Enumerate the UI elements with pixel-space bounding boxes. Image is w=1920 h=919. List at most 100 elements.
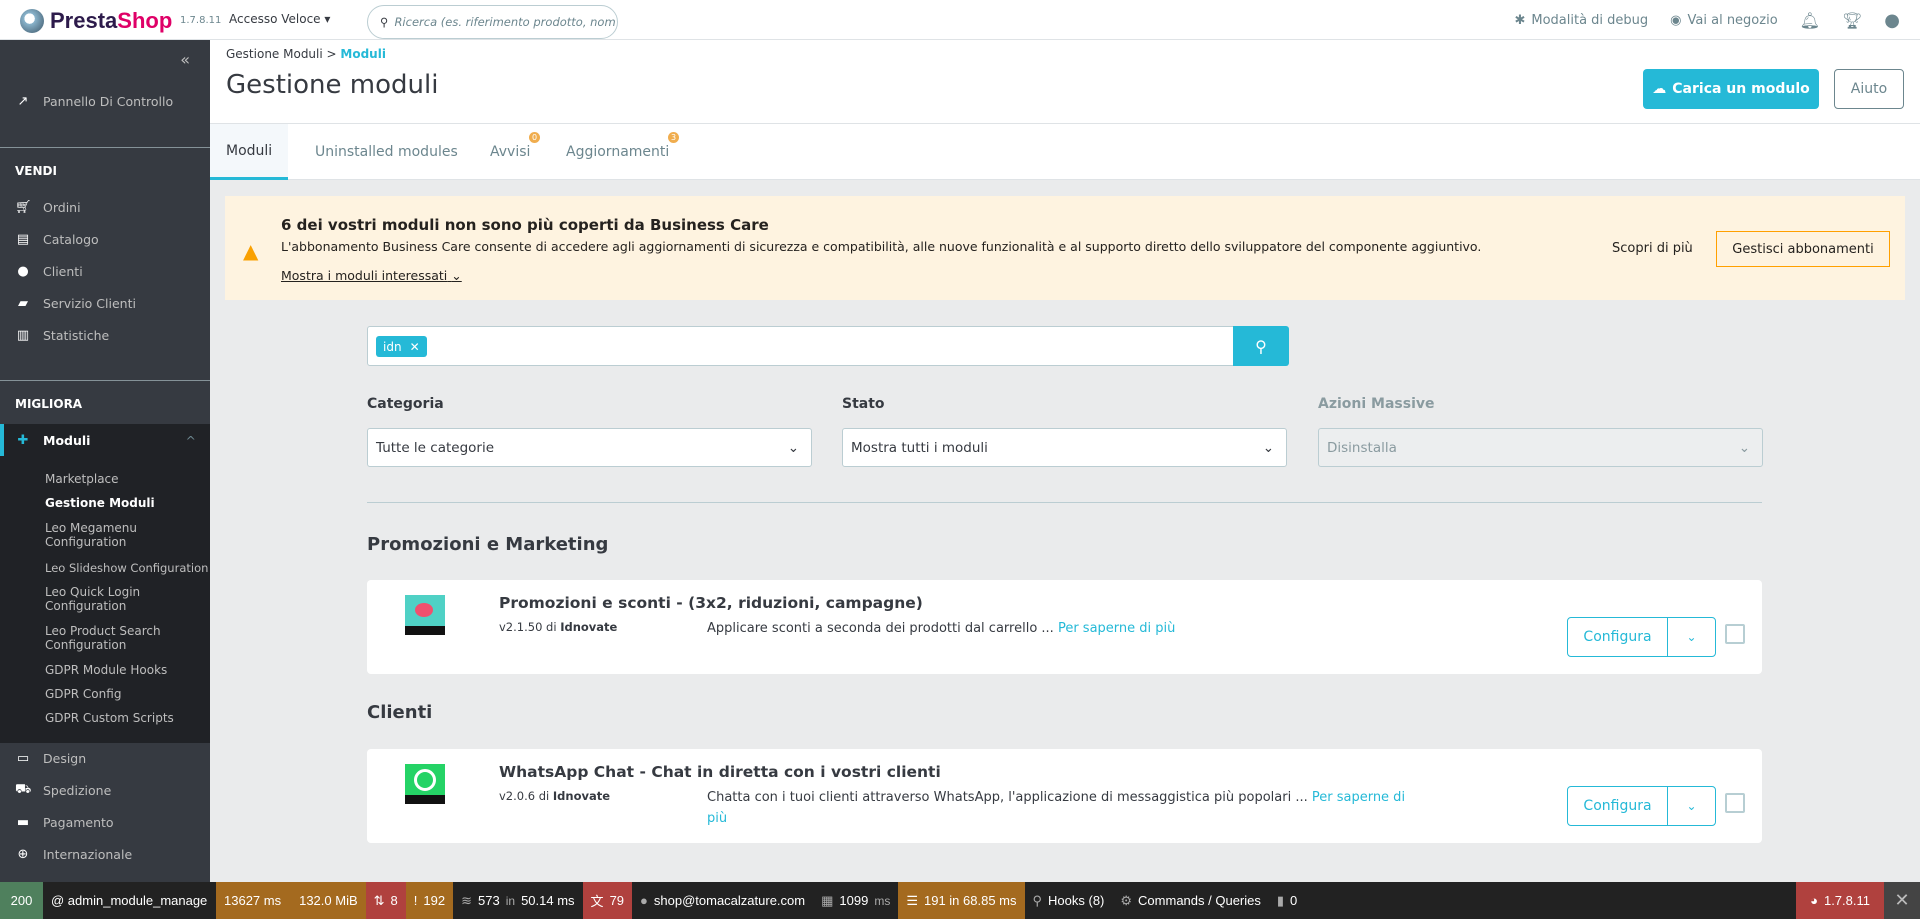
symfony-debug-toolbar: 200 @ admin_module_manage 13627 ms 132.0 … (0, 882, 1920, 919)
prestashop-version[interactable]: ◕ 1.7.8.11 (1796, 882, 1884, 919)
trophy-icon[interactable]: 🏆︎ (1842, 11, 1862, 30)
view-shop-link[interactable]: ◉ Vai al negozio (1670, 13, 1777, 28)
sidebar-item-dashboard[interactable]: ↗ Pannello Di Controllo (0, 85, 210, 117)
search-button[interactable]: ⚲ (1233, 326, 1289, 366)
version-text: v2.1.50 di (499, 620, 557, 634)
chevron-up-icon: ^ (185, 432, 196, 448)
person-icon: ● (640, 893, 648, 908)
remove-tag-icon[interactable]: ✕ (410, 340, 420, 354)
tab-alerts[interactable]: Avvisi 0 (490, 124, 540, 180)
section-title: Clienti (367, 702, 433, 723)
module-checkbox[interactable] (1725, 624, 1745, 644)
user-account-icon[interactable]: ● (1884, 10, 1900, 31)
errors-count: 192 (423, 893, 446, 908)
manage-subscriptions-button[interactable]: Gestisci abbonamenti (1716, 231, 1890, 267)
twig[interactable]: ▦ 1099 ms (813, 882, 898, 919)
tabs: Moduli Uninstalled modules Avvisi 0 Aggio… (210, 124, 1920, 180)
user[interactable]: ● shop@tomacalzature.com (632, 882, 813, 919)
module-checkbox[interactable] (1725, 793, 1745, 813)
store-icon: ▤ (16, 231, 30, 247)
submenu-item-gdpr-scripts[interactable]: GDPR Custom Scripts (45, 711, 210, 725)
cloud-upload-icon: ☁ (1652, 81, 1667, 97)
tab-label: Uninstalled modules (315, 144, 458, 160)
sidebar-item-catalog[interactable]: ▤ Catalogo (0, 223, 210, 255)
collapse-sidebar-icon[interactable]: « (180, 50, 190, 69)
updates-badge: 3 (668, 132, 679, 143)
ms-label: ms (874, 893, 891, 908)
sidebar-label: Pagamento (43, 814, 114, 830)
show-affected-modules-link[interactable]: Mostra i moduli interessati ⌄ (281, 268, 462, 283)
commands-queries[interactable]: ⚙ Commands / Queries (1112, 882, 1268, 919)
fuel[interactable]: ▮ 0 (1269, 882, 1305, 919)
sidebar-item-payment[interactable]: ▬ Pagamento (0, 806, 210, 838)
sidebar-item-customer-service[interactable]: ▰ Servizio Clienti (0, 287, 210, 319)
sidebar-item-shipping[interactable]: ⛟ Spedizione (0, 774, 210, 806)
submenu-item-leo-product-search[interactable]: Leo Product Search Configuration (45, 624, 175, 652)
status-select[interactable]: Mostra tutti i moduli ⌄ (842, 428, 1287, 467)
chevron-down-icon[interactable]: ⌄ (1668, 787, 1715, 825)
puffin-icon (20, 9, 44, 33)
help-button[interactable]: Aiuto (1834, 69, 1904, 109)
sidebar: « ↗ Pannello Di Controllo VENDI 🛒︎ Ordini … (0, 40, 210, 882)
sidebar-item-modules[interactable]: ✚ Moduli ^ (0, 424, 210, 456)
tab-modules[interactable]: Moduli (210, 124, 289, 180)
configure-button[interactable]: Configura (1568, 618, 1668, 656)
configure-button[interactable]: Configura (1568, 787, 1668, 825)
search-input[interactable]: ⚲ Ricerca (es. riferimento prodotto, nom (367, 5, 618, 39)
read-more-link[interactable]: Per saperne di più (1058, 621, 1175, 636)
alert-title: 6 dei vostri moduli non sono più coperti… (281, 216, 769, 234)
sidebar-label: Spedizione (43, 782, 112, 798)
submenu-item-leo-megamenu[interactable]: Leo Megamenu Configuration (45, 521, 165, 549)
fuel-icon: ▮ (1276, 892, 1285, 908)
logs[interactable]: ! 192 (405, 882, 454, 919)
sidebar-item-design[interactable]: ▭ Design (0, 742, 210, 774)
chevron-down-icon[interactable]: ⌄ (1668, 618, 1715, 656)
prestashop-logo[interactable]: PrestaShop (20, 8, 172, 34)
commands-label: Commands / Queries (1138, 893, 1261, 908)
category-select[interactable]: Tutte le categorie ⌄ (367, 428, 812, 467)
submenu-item-leo-quick-login[interactable]: Leo Quick Login Configuration (45, 585, 165, 613)
redirects[interactable]: ⇅ 8 (365, 882, 406, 919)
trend-icon: ↗ (17, 93, 29, 109)
upload-module-button[interactable]: ☁ Carica un modulo (1643, 69, 1819, 109)
submenu-item-leo-slideshow[interactable]: Leo Slideshow Configuration (45, 561, 210, 575)
status-code[interactable]: 200 (0, 882, 43, 919)
submenu-item-module-manager[interactable]: Gestione Moduli (45, 496, 210, 510)
translations-count: 79 (609, 893, 625, 908)
alerts-badge: 0 (529, 132, 540, 143)
breadcrumb-current: Moduli (340, 47, 386, 61)
breadcrumb-parent[interactable]: Gestione Moduli (226, 47, 323, 61)
alert-text: L'abbonamento Business Care consente di … (281, 239, 1482, 254)
quick-access-dropdown[interactable]: Accesso Veloce ▾ (229, 12, 330, 26)
module-search-input[interactable]: idn ✕ ⚲ (367, 326, 1289, 366)
translations[interactable]: 文 79 (582, 882, 633, 919)
submenu-item-marketplace[interactable]: Marketplace (45, 472, 210, 486)
sidebar-item-customers[interactable]: ● Clienti (0, 255, 210, 287)
template-icon: ▦ (821, 892, 834, 908)
hooks[interactable]: ⚲ Hooks (8) (1025, 882, 1113, 919)
debug-mode-link[interactable]: ✱ Modalità di debug (1514, 13, 1648, 28)
learn-more-button[interactable]: Scopri di più (1612, 241, 1693, 256)
version-value: 1.7.8.11 (1823, 893, 1870, 908)
sidebar-item-orders[interactable]: 🛒︎ Ordini (0, 191, 210, 223)
cache[interactable]: ☰ 191 in 68.85 ms (898, 882, 1025, 919)
brand-name: PrestaShop (50, 8, 173, 33)
close-toolbar-icon[interactable]: ✕ (1884, 882, 1920, 919)
performance[interactable]: 13627 ms 132.0 MiB (216, 882, 366, 919)
module-name: WhatsApp Chat - Chat in diretta con i vo… (499, 763, 941, 781)
sidebar-item-stats[interactable]: ▥ Statistiche (0, 319, 210, 351)
bell-icon[interactable]: 🔔︎ (1800, 11, 1820, 30)
memory-value: 132.0 MiB (299, 893, 358, 908)
submenu-item-gdpr-config[interactable]: GDPR Config (45, 687, 210, 701)
tab-uninstalled[interactable]: Uninstalled modules (315, 124, 458, 180)
page-title: Gestione moduli (226, 70, 439, 100)
submenu-item-gdpr-hooks[interactable]: GDPR Module Hooks (45, 663, 210, 677)
top-bar: PrestaShop 1.7.8.11 Accesso Veloce ▾ ⚲ Ri… (0, 0, 1920, 40)
chart-icon: ▥ (16, 327, 30, 343)
section-heading-sell: VENDI (15, 164, 57, 178)
route[interactable]: @ admin_module_manage (43, 882, 216, 919)
doctrine[interactable]: ≋ 573 in 50.14 ms (453, 882, 582, 919)
sidebar-item-international[interactable]: ⊕ Internazionale (0, 838, 210, 870)
module-name: Promozioni e sconti - (3x2, riduzioni, c… (499, 594, 923, 612)
tab-updates[interactable]: Aggiornamenti 3 (566, 124, 679, 180)
